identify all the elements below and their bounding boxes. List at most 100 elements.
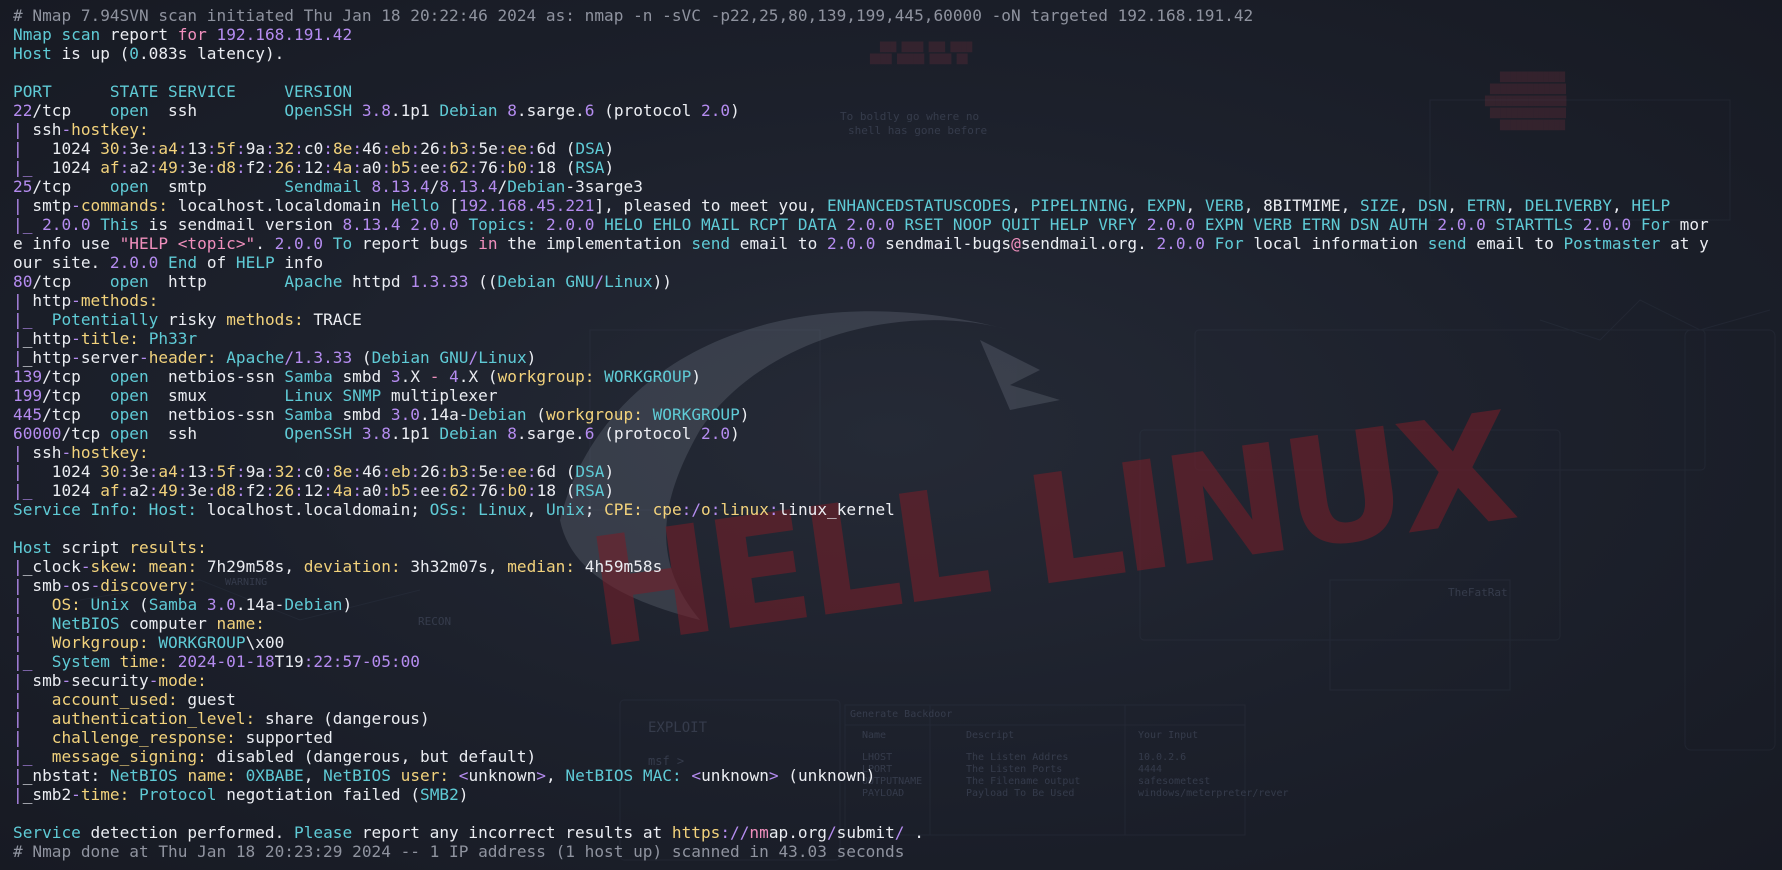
terminal-text: linux — [720, 500, 769, 519]
terminal-text: : — [235, 139, 246, 158]
terminal-text: (unknown) — [778, 766, 876, 785]
terminal-text: |_ — [13, 481, 52, 500]
terminal-text: .sarge. — [516, 101, 585, 120]
terminal-text: STARTTLS — [1495, 215, 1583, 234]
terminal-text: : — [206, 158, 217, 177]
terminal-line: PORT STATE SERVICE VERSION — [13, 82, 1773, 101]
terminal-text: NetBIOS — [323, 766, 401, 785]
terminal-text: 5f — [216, 462, 236, 481]
terminal-text: 18 ( — [536, 481, 576, 500]
terminal-text: ) — [526, 348, 537, 367]
terminal-text: hostkey: — [71, 120, 149, 139]
terminal-line: | smtp-commands: localhost.localdomain H… — [13, 196, 1773, 215]
terminal-text: PIPELINING — [1030, 196, 1128, 215]
terminal-text: : — [497, 139, 508, 158]
terminal-text: (protocol — [594, 424, 702, 443]
terminal-text: report any incorrect results at — [361, 823, 672, 842]
terminal-text: title: — [80, 329, 149, 348]
terminal-text: name: — [187, 766, 246, 785]
terminal-text: multiplexer — [390, 386, 498, 405]
terminal-text: WORKGROUP — [604, 367, 692, 386]
terminal-text: : — [148, 139, 159, 158]
terminal-text: : — [323, 158, 333, 177]
terminal-text: 1024 — [51, 481, 101, 500]
terminal-window[interactable]: HELL LINUX To boldly go where no shell h… — [0, 0, 1782, 870]
terminal-text: | — [13, 709, 52, 728]
terminal-text: RSET NOOP QUIT HELP VRFY — [904, 215, 1147, 234]
terminal-line: |_ message_signing: disabled (dangerous,… — [13, 747, 1773, 766]
terminal-text: : — [265, 462, 275, 481]
terminal-text: 192.168.191.42 — [216, 25, 353, 44]
terminal-text: Samba — [284, 405, 343, 424]
terminal-text: 192.168.45.221 — [458, 196, 595, 215]
terminal-text: : — [352, 139, 363, 158]
terminal-text: : — [119, 158, 130, 177]
terminal-text: 12 — [303, 481, 324, 500]
terminal-text: HELP — [1631, 196, 1671, 215]
terminal-text: deviation: — [303, 557, 411, 576]
terminal-text: : — [468, 481, 479, 500]
terminal-text: our site. — [13, 253, 110, 272]
terminal-text: Linux — [604, 272, 653, 291]
terminal-text: email to — [1476, 234, 1564, 253]
terminal-text: a2 — [129, 158, 149, 177]
terminal-text: :/ — [681, 500, 702, 519]
terminal-line: 80/tcp open http Apache httpd 1.3.33 ((D… — [13, 272, 1773, 291]
terminal-text: .14a- — [235, 595, 285, 614]
terminal-text: Linux SNMP — [284, 386, 391, 405]
terminal-text: ENHANCEDSTATUSCODES — [826, 196, 1012, 215]
terminal-text: 2.0.0 — [1582, 215, 1641, 234]
terminal-text: : — [410, 481, 421, 500]
terminal-text: : — [526, 481, 537, 500]
terminal-line: | ssh-hostkey: — [13, 443, 1773, 462]
terminal-text: Please — [294, 823, 362, 842]
terminal-text: : — [235, 158, 246, 177]
terminal-line: | Workgroup: WORKGROUP\x00 — [13, 633, 1773, 652]
terminal-text: b0 — [507, 481, 527, 500]
terminal-text: 8.13.4 — [439, 177, 498, 196]
terminal-text: , — [526, 500, 546, 519]
terminal-output[interactable]: # Nmap 7.94SVN scan initiated Thu Jan 18… — [13, 6, 1773, 861]
terminal-text: - — [139, 348, 149, 367]
terminal-line: 445/tcp open netbios-ssn Samba smbd 3.0.… — [13, 405, 1773, 424]
terminal-text: / — [594, 272, 605, 291]
terminal-text: http — [168, 272, 285, 291]
terminal-text: - — [61, 443, 72, 462]
terminal-text: / — [826, 823, 837, 842]
terminal-text: 5e — [478, 139, 498, 158]
terminal-text: : — [526, 139, 537, 158]
terminal-text: time: — [119, 652, 178, 671]
terminal-line: 25/tcp open smtp Sendmail 8.13.4/8.13.4/… — [13, 177, 1773, 196]
terminal-text: Protocol — [139, 785, 227, 804]
terminal-text: ) — [604, 158, 615, 177]
terminal-text: /tcp — [32, 177, 110, 196]
terminal-text: [ — [449, 196, 459, 215]
terminal-text: - — [61, 120, 72, 139]
terminal-text: a4 — [158, 462, 178, 481]
terminal-text: risky — [168, 310, 227, 329]
terminal-text: workgroup: — [545, 405, 653, 424]
terminal-text: EXPN VERB ETRN DSN AUTH — [1204, 215, 1438, 234]
terminal-text: ssh — [32, 443, 62, 462]
terminal-line: 60000/tcp open ssh OpenSSH 3.8.1p1 Debia… — [13, 424, 1773, 443]
terminal-text: . — [255, 234, 275, 253]
terminal-text: send — [1427, 234, 1477, 253]
terminal-text: 4h59m58s — [584, 557, 663, 576]
terminal-text: b0 — [507, 158, 527, 177]
terminal-text: : — [410, 139, 421, 158]
terminal-text: ) — [730, 101, 740, 120]
terminal-text: - — [71, 196, 81, 215]
terminal-text: - — [429, 367, 450, 386]
terminal-text: 8 — [507, 424, 517, 443]
terminal-text: message_signing: — [51, 747, 217, 766]
terminal-text: sendmail-bugs — [885, 234, 1012, 253]
terminal-text: : — [710, 500, 721, 519]
terminal-text: 49 — [158, 158, 178, 177]
terminal-text: 139 — [13, 367, 43, 386]
terminal-text: b3 — [449, 462, 469, 481]
terminal-text: computer — [129, 614, 217, 633]
terminal-text: -3sarge3 — [565, 177, 643, 196]
terminal-text: e info use — [13, 234, 120, 253]
terminal-text: DELIVERBY — [1524, 196, 1612, 215]
